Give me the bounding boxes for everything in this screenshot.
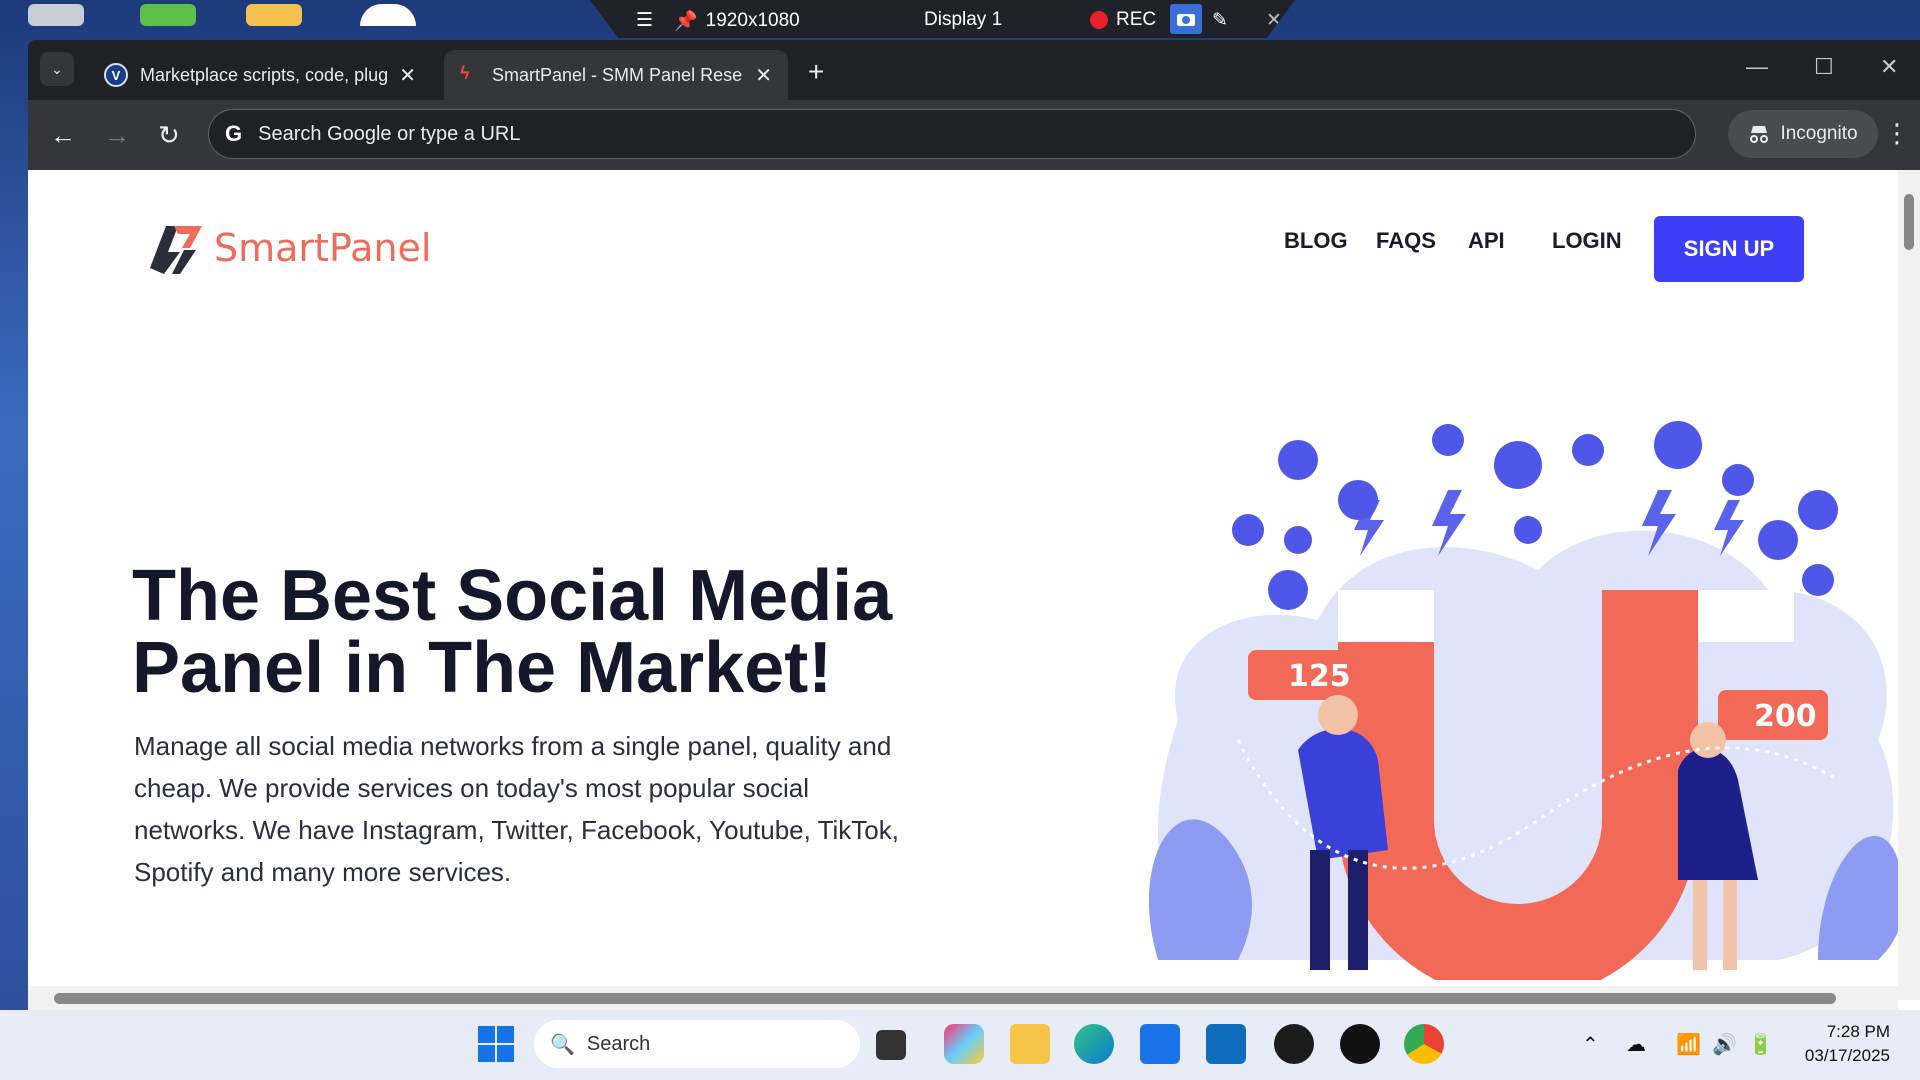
tab-smartpanel[interactable]: ϟ SmartPanel - SMM Panel Resell ✕	[444, 50, 788, 100]
smartpanel-logo-icon	[150, 226, 202, 274]
tab-search-button[interactable]: ⌄	[40, 52, 74, 86]
minimize-icon[interactable]: —	[1746, 54, 1768, 80]
store-icon[interactable]	[1140, 1024, 1180, 1064]
maximize-icon[interactable]: ☐	[1814, 54, 1834, 80]
onedrive-icon[interactable]: ☁	[1626, 1032, 1646, 1057]
close-tab-icon[interactable]: ✕	[755, 63, 772, 88]
copilot-icon[interactable]	[944, 1024, 984, 1064]
hero-title-line: The Best Social Media	[132, 556, 893, 636]
signup-button[interactable]: SIGN UP	[1654, 216, 1804, 282]
screen-recorder-bar: ☰ 📌 1920x1080 Display 1 REC ✎ ✕	[590, 0, 1295, 38]
site-logo[interactable]: SmartPanel	[144, 218, 431, 278]
browser-window: ⌄ V Marketplace scripts, code, plugi ✕ ϟ…	[28, 40, 1920, 1010]
desktop-icon[interactable]	[28, 4, 84, 26]
more-options-icon[interactable]: ⋮	[1884, 118, 1910, 148]
incognito-icon	[1750, 126, 1769, 143]
desktop-icon[interactable]	[360, 4, 416, 26]
chrome-icon[interactable]	[1404, 1024, 1444, 1064]
incognito-label: Incognito	[1780, 123, 1858, 144]
desktop-icon[interactable]	[140, 4, 196, 26]
folder-icon[interactable]	[246, 4, 302, 26]
battery-icon[interactable]: 🔋	[1748, 1032, 1773, 1057]
tab-title: SmartPanel - SMM Panel Resell	[492, 64, 744, 85]
address-placeholder: Search Google or type a URL	[258, 122, 521, 145]
menu-icon[interactable]: ☰	[636, 9, 653, 32]
chevron-up-icon[interactable]: ⌃	[1582, 1032, 1599, 1057]
incognito-button[interactable]: Incognito	[1728, 110, 1878, 158]
forward-icon[interactable]: →	[104, 120, 130, 151]
volume-icon[interactable]: 🔊	[1712, 1032, 1737, 1057]
hero-title: The Best Social Media Panel in The Marke…	[132, 560, 1032, 704]
resolution-label: 1920x1080	[705, 10, 800, 31]
smartpanel-icon: ϟ	[460, 63, 470, 83]
reload-icon[interactable]: ↻	[158, 120, 180, 151]
screenshot-button[interactable]	[1170, 4, 1202, 34]
close-tab-icon[interactable]: ✕	[399, 63, 416, 88]
badge-right: 200	[1754, 699, 1817, 734]
nav-login[interactable]: LOGIN	[1552, 228, 1622, 254]
nav-faqs[interactable]: FAQS	[1376, 228, 1436, 254]
browser-toolbar: ← → ↻ G Search Google or type a URL Inco…	[28, 100, 1920, 170]
hero-title-line: Panel in The Market!	[132, 628, 833, 708]
taskbar-search[interactable]: 🔍 Search	[534, 1020, 860, 1068]
clock-date: 03/17/2025	[1804, 1046, 1890, 1065]
vertical-scrollbar[interactable]	[1898, 170, 1920, 1000]
web-page: SmartPanel BLOG FAQS API LOGIN SIGN UP T…	[28, 170, 1920, 1010]
scroll-thumb[interactable]	[54, 993, 1836, 1004]
display-label: Display 1	[924, 9, 1003, 30]
system-clock[interactable]: 7:28 PM 03/17/2025	[1805, 1020, 1890, 1068]
google-icon: G	[225, 121, 243, 146]
record-icon	[1090, 11, 1108, 29]
pen-icon[interactable]: ✎	[1212, 9, 1228, 32]
tab-marketplace[interactable]: V Marketplace scripts, code, plugi ✕	[88, 50, 432, 100]
resolution-readout: 📌 1920x1080	[674, 9, 800, 33]
file-explorer-icon[interactable]	[1010, 1024, 1050, 1064]
wifi-icon[interactable]: 📶	[1676, 1032, 1701, 1057]
magnet-illustration: 125 200	[1148, 421, 1905, 980]
camera-icon	[1170, 4, 1202, 34]
taskbar-search-placeholder: Search	[586, 1032, 651, 1055]
wordpress-icon[interactable]	[1274, 1024, 1314, 1064]
clock-time: 7:28 PM	[1826, 1022, 1890, 1041]
rec-button[interactable]: REC	[1090, 9, 1156, 31]
tab-strip: ⌄ V Marketplace scripts, code, plugi ✕ ϟ…	[28, 40, 1920, 100]
back-icon[interactable]: ←	[50, 120, 76, 151]
taskbar: 🔍 Search ⌃ ☁ 📶 🔊 🔋 7:28 PM 03/17/2025	[0, 1010, 1920, 1080]
window-close-icon[interactable]: ✕	[1880, 54, 1898, 80]
edge-icon[interactable]	[1074, 1024, 1114, 1064]
nav-blog[interactable]: BLOG	[1284, 228, 1348, 254]
brand-name: SmartPanel	[214, 226, 432, 270]
rec-label: REC	[1116, 9, 1157, 30]
chevron-down-icon: ⌄	[51, 60, 63, 77]
badge-left: 125	[1288, 659, 1351, 694]
windows-start-icon[interactable]	[476, 1024, 516, 1064]
horizontal-scrollbar[interactable]	[28, 986, 1898, 1010]
tab-title: Marketplace scripts, code, plugi	[140, 64, 388, 85]
nav-api[interactable]: API	[1468, 228, 1505, 254]
hero-description: Manage all social media networks from a …	[134, 731, 899, 887]
outlook-icon[interactable]	[1206, 1024, 1246, 1064]
address-bar[interactable]: G Search Google or type a URL	[208, 109, 1696, 159]
task-view-icon[interactable]	[876, 1030, 906, 1060]
recorder-icon[interactable]	[1340, 1024, 1380, 1064]
search-icon: 🔍	[550, 1033, 575, 1056]
pin-icon[interactable]: 📌	[674, 9, 698, 33]
new-tab-button[interactable]: +	[808, 56, 824, 88]
v-icon: V	[104, 63, 128, 87]
scroll-thumb[interactable]	[1904, 194, 1914, 250]
